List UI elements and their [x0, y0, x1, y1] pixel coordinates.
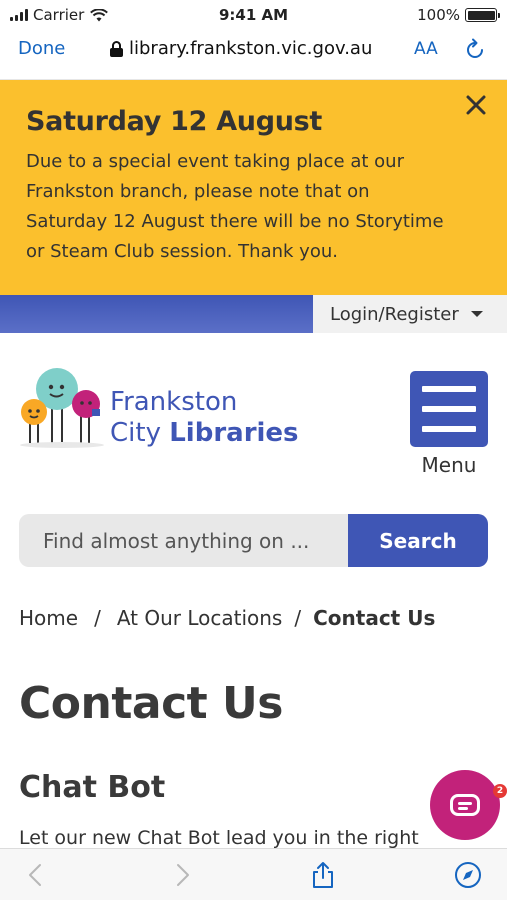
alert-line: Frankston branch, please note that on: [26, 181, 370, 202]
browser-url-bar: Done library.frankston.vic.gov.au AA: [0, 30, 507, 80]
text-size-button[interactable]: AA: [414, 39, 438, 59]
alert-line: Due to a special event taking place at o…: [26, 151, 404, 172]
alert-line: Saturday 12 August there will be no Stor…: [26, 211, 444, 232]
breadcrumb-separator: /: [294, 606, 302, 630]
battery-percent: 100%: [417, 6, 460, 24]
login-register-label: Login/Register: [330, 303, 459, 325]
share-icon[interactable]: [309, 861, 337, 889]
login-register-dropdown[interactable]: Login/Register: [313, 295, 507, 333]
status-bar: Carrier 9:41 AM 100%: [0, 0, 507, 30]
search-input[interactable]: [19, 514, 349, 567]
search-button[interactable]: Search: [348, 514, 488, 567]
address-field[interactable]: library.frankston.vic.gov.au: [110, 38, 372, 59]
alert-banner: Saturday 12 August Due to a special even…: [0, 80, 507, 295]
menu-label: Menu: [421, 453, 477, 477]
logo-characters-icon: [20, 368, 104, 448]
library-logo[interactable]: Frankston City Libraries: [18, 367, 308, 455]
alert-title: Saturday 12 August: [26, 106, 323, 137]
breadcrumb-separator: /: [94, 606, 101, 630]
logo-line-1: Frankston: [110, 387, 238, 417]
chat-icon: [450, 794, 480, 816]
logo-line-2a: City: [110, 418, 170, 448]
chat-notification-badge: 2: [493, 784, 507, 798]
breadcrumb-home[interactable]: Home: [19, 606, 78, 630]
chat-bot-button[interactable]: [430, 770, 500, 840]
compass-icon[interactable]: [454, 861, 482, 889]
logo-line-2b: Libraries: [169, 418, 299, 448]
logo-wordmark: Frankston City Libraries: [110, 387, 299, 449]
breadcrumb-at-our-locations[interactable]: At Our Locations: [117, 606, 283, 630]
section-title: Chat Bot: [19, 770, 166, 805]
url-text: library.frankston.vic.gov.au: [129, 38, 373, 59]
caret-down-icon: [470, 311, 483, 317]
alert-message: Due to a special event taking place at o…: [26, 147, 476, 267]
close-icon[interactable]: [465, 94, 487, 116]
back-icon[interactable]: [22, 861, 50, 889]
done-button[interactable]: Done: [18, 38, 65, 59]
logo-line-2: City Libraries: [110, 418, 299, 449]
lock-icon: [110, 40, 123, 57]
breadcrumb: Home / At Our Locations / Contact Us: [19, 606, 435, 630]
reload-icon[interactable]: [463, 38, 487, 62]
utility-strip: Login/Register: [0, 295, 507, 333]
page-title: Contact Us: [19, 678, 283, 729]
menu-button[interactable]: [410, 371, 488, 447]
section-body-text: Let our new Chat Bot lead you in the rig…: [19, 827, 419, 849]
browser-toolbar: [0, 848, 507, 900]
breadcrumb-current: Contact Us: [313, 606, 436, 630]
battery-icon: [465, 8, 500, 22]
brand-stripe: [0, 295, 313, 333]
hamburger-icon: [422, 386, 476, 392]
status-right: 100%: [417, 6, 500, 24]
alert-line: or Steam Club session. Thank you.: [26, 241, 338, 262]
forward-icon[interactable]: [168, 861, 196, 889]
